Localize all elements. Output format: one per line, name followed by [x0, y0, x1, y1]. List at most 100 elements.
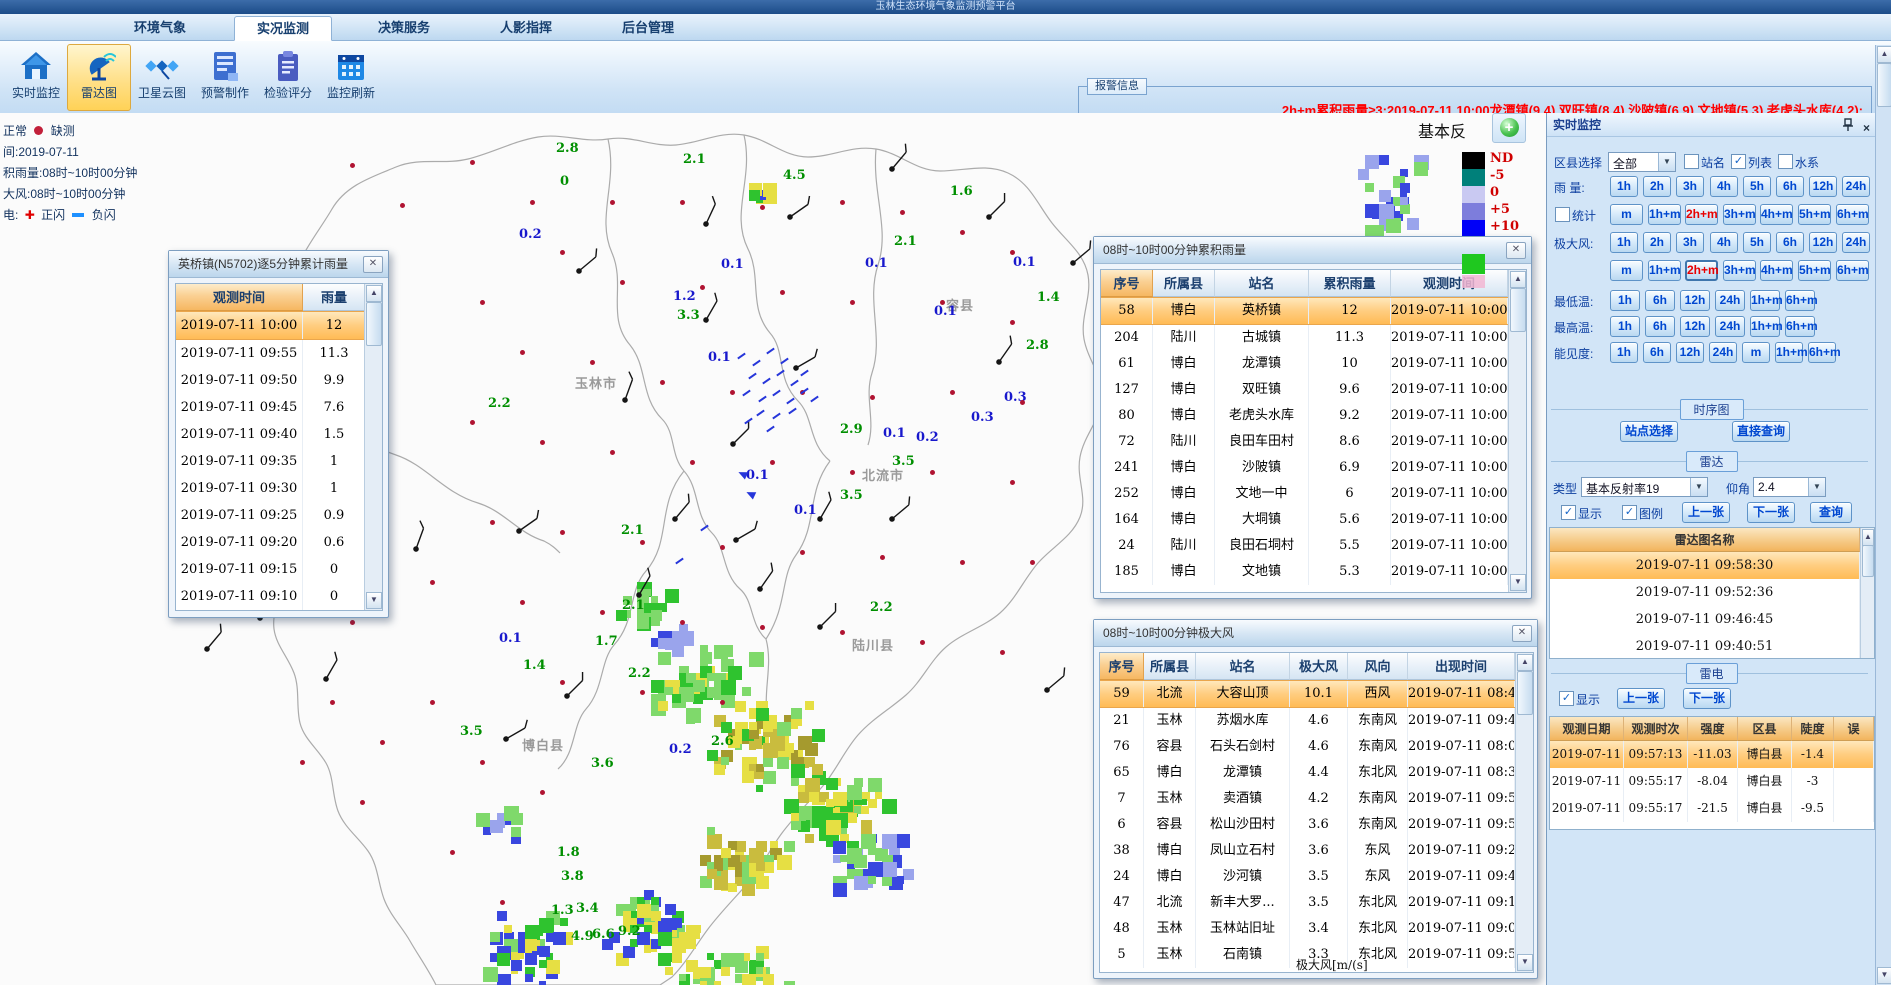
menu-tab-实况监测[interactable]: 实况监测	[234, 16, 332, 41]
column-header[interactable]: 累积雨量	[1309, 270, 1391, 297]
checkbox-显示[interactable]: ✓	[1561, 505, 1576, 520]
table-row[interactable]: 47北流新丰大罗...3.5东北风2019-07-11 09:12	[1100, 890, 1533, 916]
button-12h[interactable]: 12h	[1809, 176, 1837, 197]
table-row[interactable]: 252博白文地一中62019-07-11 10:00	[1101, 481, 1526, 507]
menu-tab-人影指挥[interactable]: 人影指挥	[478, 16, 574, 39]
checkbox-显示[interactable]: ✓	[1559, 691, 1574, 706]
button-2h[interactable]: 2h	[1643, 176, 1671, 197]
button-1h+m[interactable]: 1h+m	[1648, 260, 1681, 281]
button-下一张[interactable]: 下一张	[1747, 502, 1795, 523]
list-header-cell[interactable]: 雷达图名称	[1550, 528, 1860, 552]
table-row[interactable]: 2019-07-11 10:0012	[176, 311, 382, 340]
table-scrollbar[interactable]: ▲▼	[1508, 270, 1526, 592]
tool-实时监控[interactable]: 实时监控	[4, 44, 68, 111]
accumulated-rain-panel[interactable]: 08时~10时00分钟累积雨量 ✕ 序号所属县站名累积雨量观测时间58博白英桥镇…	[1093, 236, 1532, 599]
button-5h[interactable]: 5h	[1743, 176, 1771, 197]
column-header[interactable]: 序号	[1100, 653, 1144, 680]
table-row[interactable]: 59北流大容山顶10.1西风2019-07-11 08:47	[1100, 680, 1533, 708]
menu-tab-环境气象[interactable]: 环境气象	[112, 16, 208, 39]
table-row[interactable]: 6容县松山沙田村3.6东南风2019-07-11 09:59	[1100, 812, 1533, 838]
column-header[interactable]: 观测日期	[1550, 717, 1624, 741]
button-6h+m[interactable]: 6h+m	[1808, 342, 1836, 363]
button-下一张[interactable]: 下一张	[1683, 688, 1731, 709]
scroll-up-icon[interactable]: ▲	[366, 285, 382, 302]
table-row[interactable]: 2019-07-11 09:301	[176, 475, 382, 502]
scroll-up-icon[interactable]: ▲	[1510, 271, 1526, 288]
column-header[interactable]: 站名	[1196, 653, 1290, 680]
column-header[interactable]: 陡度	[1792, 717, 1834, 741]
button-1h+m[interactable]: 1h+m	[1648, 204, 1681, 225]
button-6h[interactable]: 6h	[1643, 342, 1671, 363]
button-12h[interactable]: 12h	[1680, 316, 1710, 337]
table-row[interactable]: 2019-07-11 09:457.6	[176, 394, 382, 421]
button-查询[interactable]: 查询	[1810, 502, 1852, 523]
button-6h+m[interactable]: 6h+m	[1836, 204, 1869, 225]
table-row[interactable]: 24博白沙河镇3.5东风2019-07-11 09:46	[1100, 864, 1533, 890]
district-dropdown[interactable]: 全部▼	[1608, 152, 1676, 172]
button-m[interactable]: m	[1742, 342, 1770, 363]
checkbox-统计[interactable]	[1555, 207, 1570, 222]
column-header[interactable]: 极大风	[1290, 653, 1348, 680]
button-2h+m[interactable]: 2h+m	[1685, 204, 1718, 225]
table-row[interactable]: 65博白龙潭镇4.4东北风2019-07-11 08:34	[1100, 760, 1533, 786]
table-row[interactable]: 127博白双旺镇9.62019-07-11 10:00	[1101, 377, 1526, 403]
table-row[interactable]: 24陆川良田石垌村5.52019-07-11 10:00	[1101, 533, 1526, 559]
table-row[interactable]: 48玉林玉林站旧址3.4东北风2019-07-11 09:09	[1100, 916, 1533, 942]
scroll-down-icon[interactable]: ▼	[1510, 574, 1526, 591]
close-icon[interactable]: ✕	[1506, 242, 1526, 259]
column-header[interactable]: 风向	[1348, 653, 1408, 680]
button-1h+m[interactable]: 1h+m	[1775, 342, 1803, 363]
button-24h[interactable]: 24h	[1842, 232, 1870, 253]
table-row[interactable]: 2019-07-1109:55:17-8.04博白县-3	[1550, 768, 1874, 795]
table-row[interactable]: 2019-07-11 09:509.9	[176, 367, 382, 394]
button-直接查询[interactable]: 直接查询	[1732, 421, 1790, 442]
close-icon[interactable]: ✕	[363, 256, 383, 273]
close-icon[interactable]: ✕	[1512, 625, 1532, 642]
pin-icon[interactable]	[1842, 118, 1854, 132]
table-row[interactable]: 2019-07-11 09:351	[176, 448, 382, 475]
table-scrollbar[interactable]: ▲▼	[364, 284, 382, 610]
tool-卫星云图[interactable]: 卫星云图	[130, 44, 194, 111]
table-row[interactable]: 204陆川古城镇11.32019-07-11 10:00	[1101, 325, 1526, 351]
scroll-down-icon[interactable]: ▼	[1517, 954, 1533, 971]
button-24h[interactable]: 24h	[1842, 176, 1870, 197]
button-12h[interactable]: 12h	[1680, 290, 1710, 311]
list-scrollbar[interactable]: ▲	[1860, 528, 1874, 658]
radar-type-dropdown[interactable]: 基本反射率19▼	[1581, 477, 1708, 497]
button-6h+m[interactable]: 6h+m	[1836, 260, 1869, 281]
table-row[interactable]: 2019-07-1109:57:13-11.03博白县-1.4	[1550, 741, 1874, 768]
table-row[interactable]: 164博白大垌镇5.62019-07-11 10:00	[1101, 507, 1526, 533]
table-row[interactable]: 2019-07-11 09:150	[176, 556, 382, 583]
button-5h+m[interactable]: 5h+m	[1798, 204, 1831, 225]
button-上一张[interactable]: 上一张	[1617, 688, 1665, 709]
table-row[interactable]: 58博白英桥镇122019-07-11 10:00	[1101, 297, 1526, 325]
tool-预警制作[interactable]: 预警制作	[193, 44, 257, 111]
scrollbar-thumb[interactable]	[1510, 288, 1526, 332]
scrollbar-thumb[interactable]	[1862, 545, 1874, 577]
scroll-up-icon[interactable]: ▲	[1877, 46, 1891, 63]
column-header[interactable]: 所属县	[1144, 653, 1196, 680]
button-1h[interactable]: 1h	[1610, 342, 1638, 363]
tool-检验评分[interactable]: 检验评分	[256, 44, 320, 111]
table-row[interactable]: 76容县石头石剑村4.6东南风2019-07-11 08:08	[1100, 734, 1533, 760]
button-4h+m[interactable]: 4h+m	[1760, 260, 1793, 281]
button-24h[interactable]: 24h	[1715, 316, 1745, 337]
button-2h+m[interactable]: 2h+m	[1685, 260, 1718, 281]
column-header[interactable]: 观测时间	[176, 284, 303, 311]
table-row[interactable]: 2019-07-1109:55:17-21.5博白县-9.5	[1550, 795, 1874, 822]
table-scrollbar[interactable]: ▲▼	[1515, 653, 1533, 972]
menu-tab-决策服务[interactable]: 决策服务	[356, 16, 452, 39]
column-header[interactable]: 观测时次	[1624, 717, 1688, 741]
button-6h[interactable]: 6h	[1645, 290, 1675, 311]
table-row[interactable]: 7玉林卖酒镇4.2东南风2019-07-11 09:59	[1100, 786, 1533, 812]
scrollbar-thumb[interactable]	[1517, 671, 1533, 715]
button-3h+m[interactable]: 3h+m	[1723, 204, 1756, 225]
close-icon[interactable]: ×	[1863, 116, 1870, 140]
checkbox-图例[interactable]: ✓	[1622, 505, 1637, 520]
tool-雷达图[interactable]: 雷达图	[67, 44, 131, 111]
button-1h[interactable]: 1h	[1610, 176, 1638, 197]
button-1h+m[interactable]: 1h+m	[1750, 316, 1780, 337]
checkbox-站名[interactable]	[1684, 154, 1699, 169]
radar-legend-expand-button[interactable]: +	[1492, 113, 1526, 143]
column-header[interactable]: 站名	[1215, 270, 1309, 297]
